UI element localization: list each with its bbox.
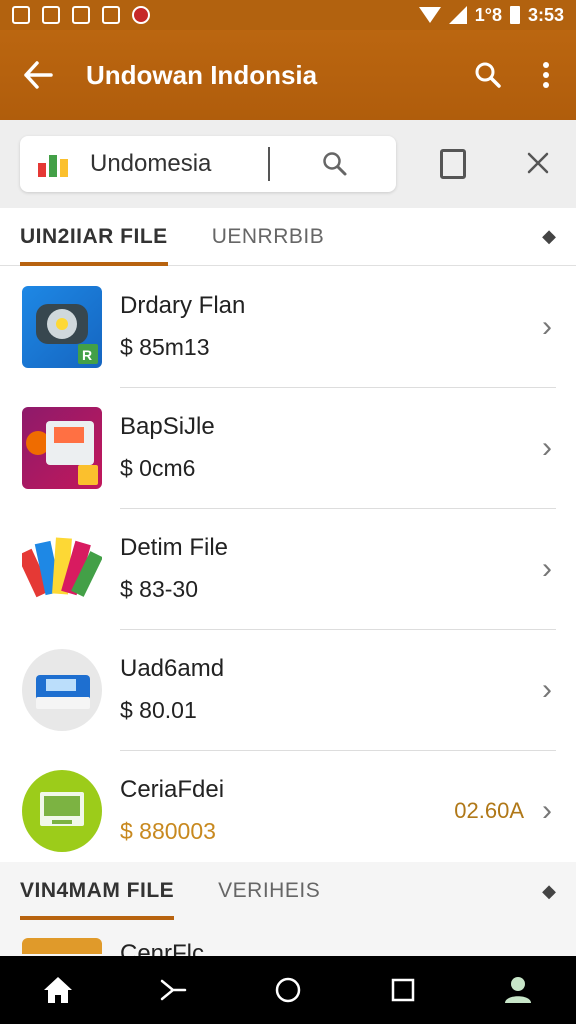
page-title: Undowan Indonsia bbox=[86, 59, 318, 90]
item-thumbnail bbox=[22, 406, 102, 489]
tab-bar-primary: UIN2IIAR FILE UENRRBIB ◆ bbox=[0, 208, 576, 266]
item-price: $ 0cm6 bbox=[120, 455, 196, 482]
item-price: $ 85m13 bbox=[120, 334, 210, 361]
share-button[interactable] bbox=[153, 970, 193, 1010]
chevron-right-icon: › bbox=[542, 551, 552, 585]
item-title: Uad6amd bbox=[120, 654, 225, 682]
recents-button[interactable] bbox=[383, 970, 423, 1010]
item-thumbnail bbox=[22, 648, 102, 731]
search-button[interactable] bbox=[470, 57, 506, 93]
back-button[interactable] bbox=[20, 57, 56, 93]
network-label: 1°8 bbox=[474, 4, 502, 25]
item-text: Detim File $ 83-30 bbox=[120, 534, 542, 604]
item-text: BapSiJle $ 0cm6 bbox=[120, 413, 542, 483]
device-thumbnail-icon: R bbox=[36, 303, 98, 364]
item-text: Drdary Flan $ 85m13 bbox=[120, 292, 542, 362]
person-icon bbox=[505, 977, 532, 1003]
more-vert-icon bbox=[543, 62, 549, 88]
signal-icon bbox=[448, 6, 467, 24]
home-button[interactable] bbox=[38, 970, 78, 1010]
home-circle-button[interactable] bbox=[268, 970, 308, 1010]
item-title: Detim File bbox=[120, 533, 229, 561]
battery-icon bbox=[509, 6, 520, 24]
file-list: R Drdary Flan $ 85m13 › BapSiJle $ 0cm6 … bbox=[0, 266, 576, 871]
app-notification-icon bbox=[132, 6, 150, 24]
close-button[interactable] bbox=[526, 147, 550, 181]
item-thumbnail: R bbox=[22, 285, 102, 368]
list-item[interactable]: Uad6amd $ 80.01 › bbox=[0, 629, 576, 750]
photo-notification-icon bbox=[72, 6, 90, 24]
svg-text:R: R bbox=[82, 347, 92, 363]
tab-primary-active[interactable]: UIN2IIAR FILE bbox=[20, 208, 168, 266]
search-icon bbox=[475, 62, 501, 88]
system-nav-bar bbox=[0, 956, 576, 1024]
partial-item-thumbnail bbox=[22, 938, 102, 954]
item-title: Drdary Flan bbox=[120, 291, 246, 319]
status-time: 3:53 bbox=[527, 4, 564, 25]
list-item[interactable]: CeriaFdei $ 880003 02.60A › bbox=[0, 750, 576, 871]
notification-icons bbox=[12, 6, 150, 24]
tab-primary-inactive[interactable]: UENRRBIB bbox=[212, 208, 325, 266]
sort-diamond-icon[interactable]: ◆ bbox=[542, 226, 556, 247]
sort-diamond-icon[interactable]: ◆ bbox=[542, 881, 556, 902]
home-icon bbox=[43, 977, 72, 1003]
item-thumbnail bbox=[22, 769, 102, 852]
item-thumbnail bbox=[22, 527, 102, 610]
cards-thumbnail-icon bbox=[22, 537, 102, 597]
tab-secondary-inactive[interactable]: VERIHEIS bbox=[218, 862, 320, 920]
tab-bar-secondary: VIN4MAM FILE VERIHEIS ◆ bbox=[0, 862, 576, 920]
chevron-right-icon: › bbox=[542, 672, 552, 706]
item-price: $ 80.01 bbox=[120, 697, 197, 724]
chevron-right-icon: › bbox=[542, 793, 552, 827]
search-submit-button[interactable] bbox=[320, 149, 350, 179]
wifi-icon bbox=[418, 7, 441, 23]
monitor-thumbnail-icon bbox=[40, 791, 84, 826]
item-side-value: 02.60A bbox=[454, 797, 524, 823]
box-thumbnail-icon bbox=[26, 420, 98, 485]
partial-item-title: CenrFlc bbox=[120, 940, 205, 956]
list-item[interactable]: R Drdary Flan $ 85m13 › bbox=[0, 266, 576, 387]
bag-notification-icon bbox=[102, 6, 120, 24]
item-title: BapSiJle bbox=[120, 412, 215, 440]
view-toggle-button[interactable] bbox=[440, 149, 466, 179]
text-cursor bbox=[268, 147, 270, 181]
package-thumbnail-icon bbox=[36, 674, 90, 709]
circle-icon bbox=[275, 977, 301, 1003]
app-logo-icon bbox=[38, 151, 70, 177]
item-title: CeriaFdei bbox=[120, 775, 225, 803]
item-price: $ 83-30 bbox=[120, 576, 199, 603]
close-icon bbox=[527, 152, 549, 174]
item-text: Uad6amd $ 80.01 bbox=[120, 655, 542, 725]
search-icon bbox=[323, 152, 347, 176]
item-price: $ 880003 bbox=[120, 818, 216, 845]
arrow-left-icon bbox=[24, 61, 53, 89]
more-options-button[interactable] bbox=[536, 57, 556, 93]
app-bar: Undowan Indonsia bbox=[0, 30, 576, 120]
search-row: Undomesia bbox=[0, 120, 576, 208]
profile-button[interactable] bbox=[498, 970, 538, 1010]
share-arrow-icon bbox=[160, 979, 187, 1001]
search-box[interactable]: Undomesia bbox=[20, 136, 396, 192]
image-notification-icon bbox=[12, 6, 30, 24]
item-text: CeriaFdei $ 880003 bbox=[120, 776, 454, 846]
status-bar: 1°8 3:53 bbox=[0, 0, 576, 30]
search-input[interactable]: Undomesia bbox=[90, 150, 260, 178]
list-item[interactable]: Detim File $ 83-30 › bbox=[0, 508, 576, 629]
chevron-right-icon: › bbox=[542, 430, 552, 464]
tab-secondary-active[interactable]: VIN4MAM FILE bbox=[20, 862, 175, 920]
list-item[interactable]: BapSiJle $ 0cm6 › bbox=[0, 387, 576, 508]
square-icon bbox=[391, 978, 415, 1002]
chat-notification-icon bbox=[42, 6, 60, 24]
chevron-right-icon: › bbox=[542, 309, 552, 343]
